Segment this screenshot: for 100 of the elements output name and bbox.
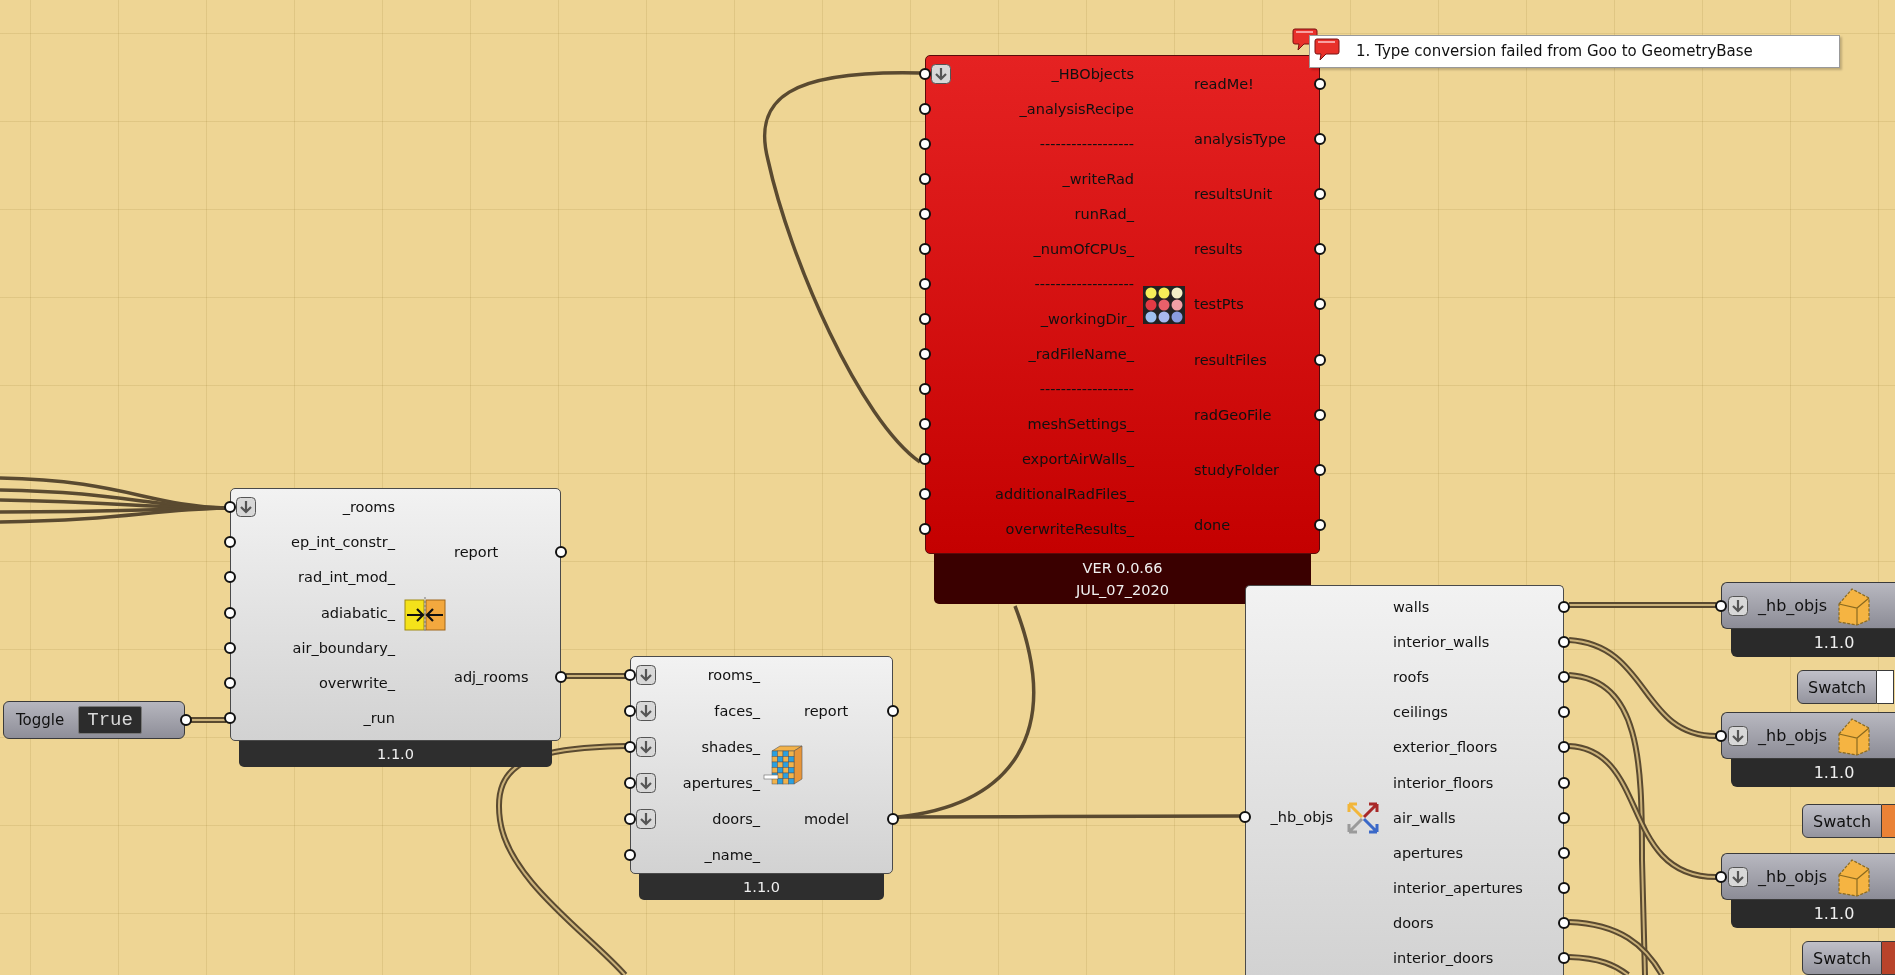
- swatch-button[interactable]: Swatch: [1797, 670, 1878, 704]
- input-label: _radFileName_: [1028, 345, 1134, 362]
- toggle-value[interactable]: True: [78, 706, 142, 734]
- input-label: _hb_objs: [1758, 867, 1828, 886]
- output-port[interactable]: [1558, 811, 1570, 824]
- output-port[interactable]: [887, 813, 899, 825]
- output-port[interactable]: [1314, 464, 1326, 477]
- output-label: interior_walls: [1393, 633, 1490, 650]
- output-port[interactable]: [1558, 600, 1570, 613]
- input-label: _HBObjects: [1051, 65, 1134, 82]
- error-tooltip: 1. Type conversion failed from Goo to GeometryBase: [1309, 35, 1840, 68]
- input-port[interactable]: [624, 849, 636, 861]
- input-port[interactable]: [919, 487, 931, 500]
- output-port[interactable]: [887, 705, 899, 717]
- output-port[interactable]: [1314, 188, 1326, 201]
- output-port[interactable]: [1314, 243, 1326, 256]
- input-port[interactable]: [919, 207, 931, 220]
- output-port[interactable]: [1558, 917, 1570, 930]
- output-port[interactable]: [555, 671, 567, 684]
- input-port[interactable]: [224, 712, 236, 725]
- output-port[interactable]: [555, 545, 567, 558]
- output-label: interior_apertures: [1393, 880, 1523, 897]
- input-port[interactable]: [1715, 599, 1727, 612]
- input-port[interactable]: [919, 347, 931, 360]
- input-port[interactable]: [1239, 810, 1251, 823]
- output-port[interactable]: [1314, 298, 1326, 311]
- output-port[interactable]: [1314, 77, 1326, 90]
- wire: [189, 717, 227, 723]
- output-label: walls: [1393, 598, 1430, 615]
- input-port[interactable]: [224, 500, 236, 513]
- swatch-button[interactable]: Swatch: [1802, 941, 1883, 975]
- output-label: analysisType: [1194, 130, 1286, 147]
- output-port[interactable]: [1558, 741, 1570, 754]
- input-port[interactable]: [224, 641, 236, 654]
- input-port[interactable]: [624, 777, 636, 789]
- input-label: rad_int_mod_: [298, 569, 395, 586]
- version-label: 1.1.0: [1731, 759, 1895, 787]
- output-label: resultFiles: [1194, 351, 1267, 368]
- input-port[interactable]: [1715, 729, 1727, 742]
- version-label: 1.1.0: [1731, 900, 1895, 928]
- input-port[interactable]: [919, 242, 931, 255]
- toggle-control[interactable]: Toggle True: [3, 701, 185, 739]
- output-label: exterior_floors: [1393, 739, 1498, 756]
- input-label: exportAirWalls_: [1021, 450, 1134, 467]
- output-label: radGeoFile: [1194, 406, 1272, 423]
- input-label: _name_: [704, 847, 760, 863]
- output-port[interactable]: [1558, 776, 1570, 789]
- output-port[interactable]: [1558, 882, 1570, 895]
- output-label: done: [1194, 517, 1231, 534]
- output-port[interactable]: [1558, 846, 1570, 859]
- input-label: ------------------: [1039, 135, 1134, 152]
- color-swatch[interactable]: [1877, 670, 1895, 704]
- output-port[interactable]: [1314, 132, 1326, 145]
- output-port[interactable]: [1314, 408, 1326, 421]
- output-label: interior_floors: [1393, 774, 1494, 791]
- version-label: 1.1.0: [1731, 629, 1895, 657]
- output-label: apertures: [1393, 844, 1463, 861]
- output-port[interactable]: [1314, 353, 1326, 366]
- input-port[interactable]: [624, 813, 636, 825]
- input-port[interactable]: [919, 102, 931, 115]
- input-port[interactable]: [1715, 870, 1727, 883]
- swatch-button[interactable]: Swatch: [1802, 804, 1883, 838]
- output-label: results: [1194, 241, 1243, 258]
- input-label: overwrite_: [318, 675, 395, 692]
- color-swatch[interactable]: [1882, 941, 1895, 975]
- input-port[interactable]: [919, 277, 931, 290]
- input-port[interactable]: [919, 312, 931, 325]
- input-port[interactable]: [919, 172, 931, 185]
- output-label: model: [804, 811, 850, 827]
- output-port[interactable]: [1558, 670, 1570, 683]
- output-label: ceilings: [1393, 704, 1448, 721]
- input-port[interactable]: [624, 669, 636, 681]
- input-port[interactable]: [919, 522, 931, 535]
- color-swatch[interactable]: [1882, 804, 1895, 838]
- output-port[interactable]: [1558, 952, 1570, 965]
- input-port[interactable]: [224, 535, 236, 548]
- dot-grid-icon: [1143, 285, 1185, 324]
- input-port[interactable]: [624, 741, 636, 753]
- output-label: roofs: [1393, 668, 1430, 685]
- input-label: _hb_objs: [1758, 596, 1828, 615]
- converging-arrows-icon: [403, 596, 446, 633]
- input-label: apertures_: [682, 775, 760, 791]
- input-label: ------------------: [1039, 380, 1134, 397]
- input-port[interactable]: [224, 677, 236, 690]
- diverging-arrows-icon: [1345, 800, 1381, 836]
- input-port[interactable]: [919, 67, 931, 80]
- output-label: interior_doors: [1393, 950, 1494, 967]
- output-port[interactable]: [1314, 519, 1326, 532]
- input-port[interactable]: [919, 382, 931, 395]
- input-port[interactable]: [224, 571, 236, 584]
- output-label: adj_rooms: [454, 669, 529, 686]
- input-port[interactable]: [919, 417, 931, 430]
- input-label: _numOfCPUs_: [1033, 240, 1134, 257]
- input-port[interactable]: [919, 137, 931, 150]
- input-port[interactable]: [919, 452, 931, 465]
- input-port[interactable]: [624, 705, 636, 717]
- output-port[interactable]: [1558, 706, 1570, 719]
- input-label: runRad_: [1074, 205, 1134, 222]
- output-port[interactable]: [1558, 635, 1570, 648]
- input-port[interactable]: [224, 606, 236, 619]
